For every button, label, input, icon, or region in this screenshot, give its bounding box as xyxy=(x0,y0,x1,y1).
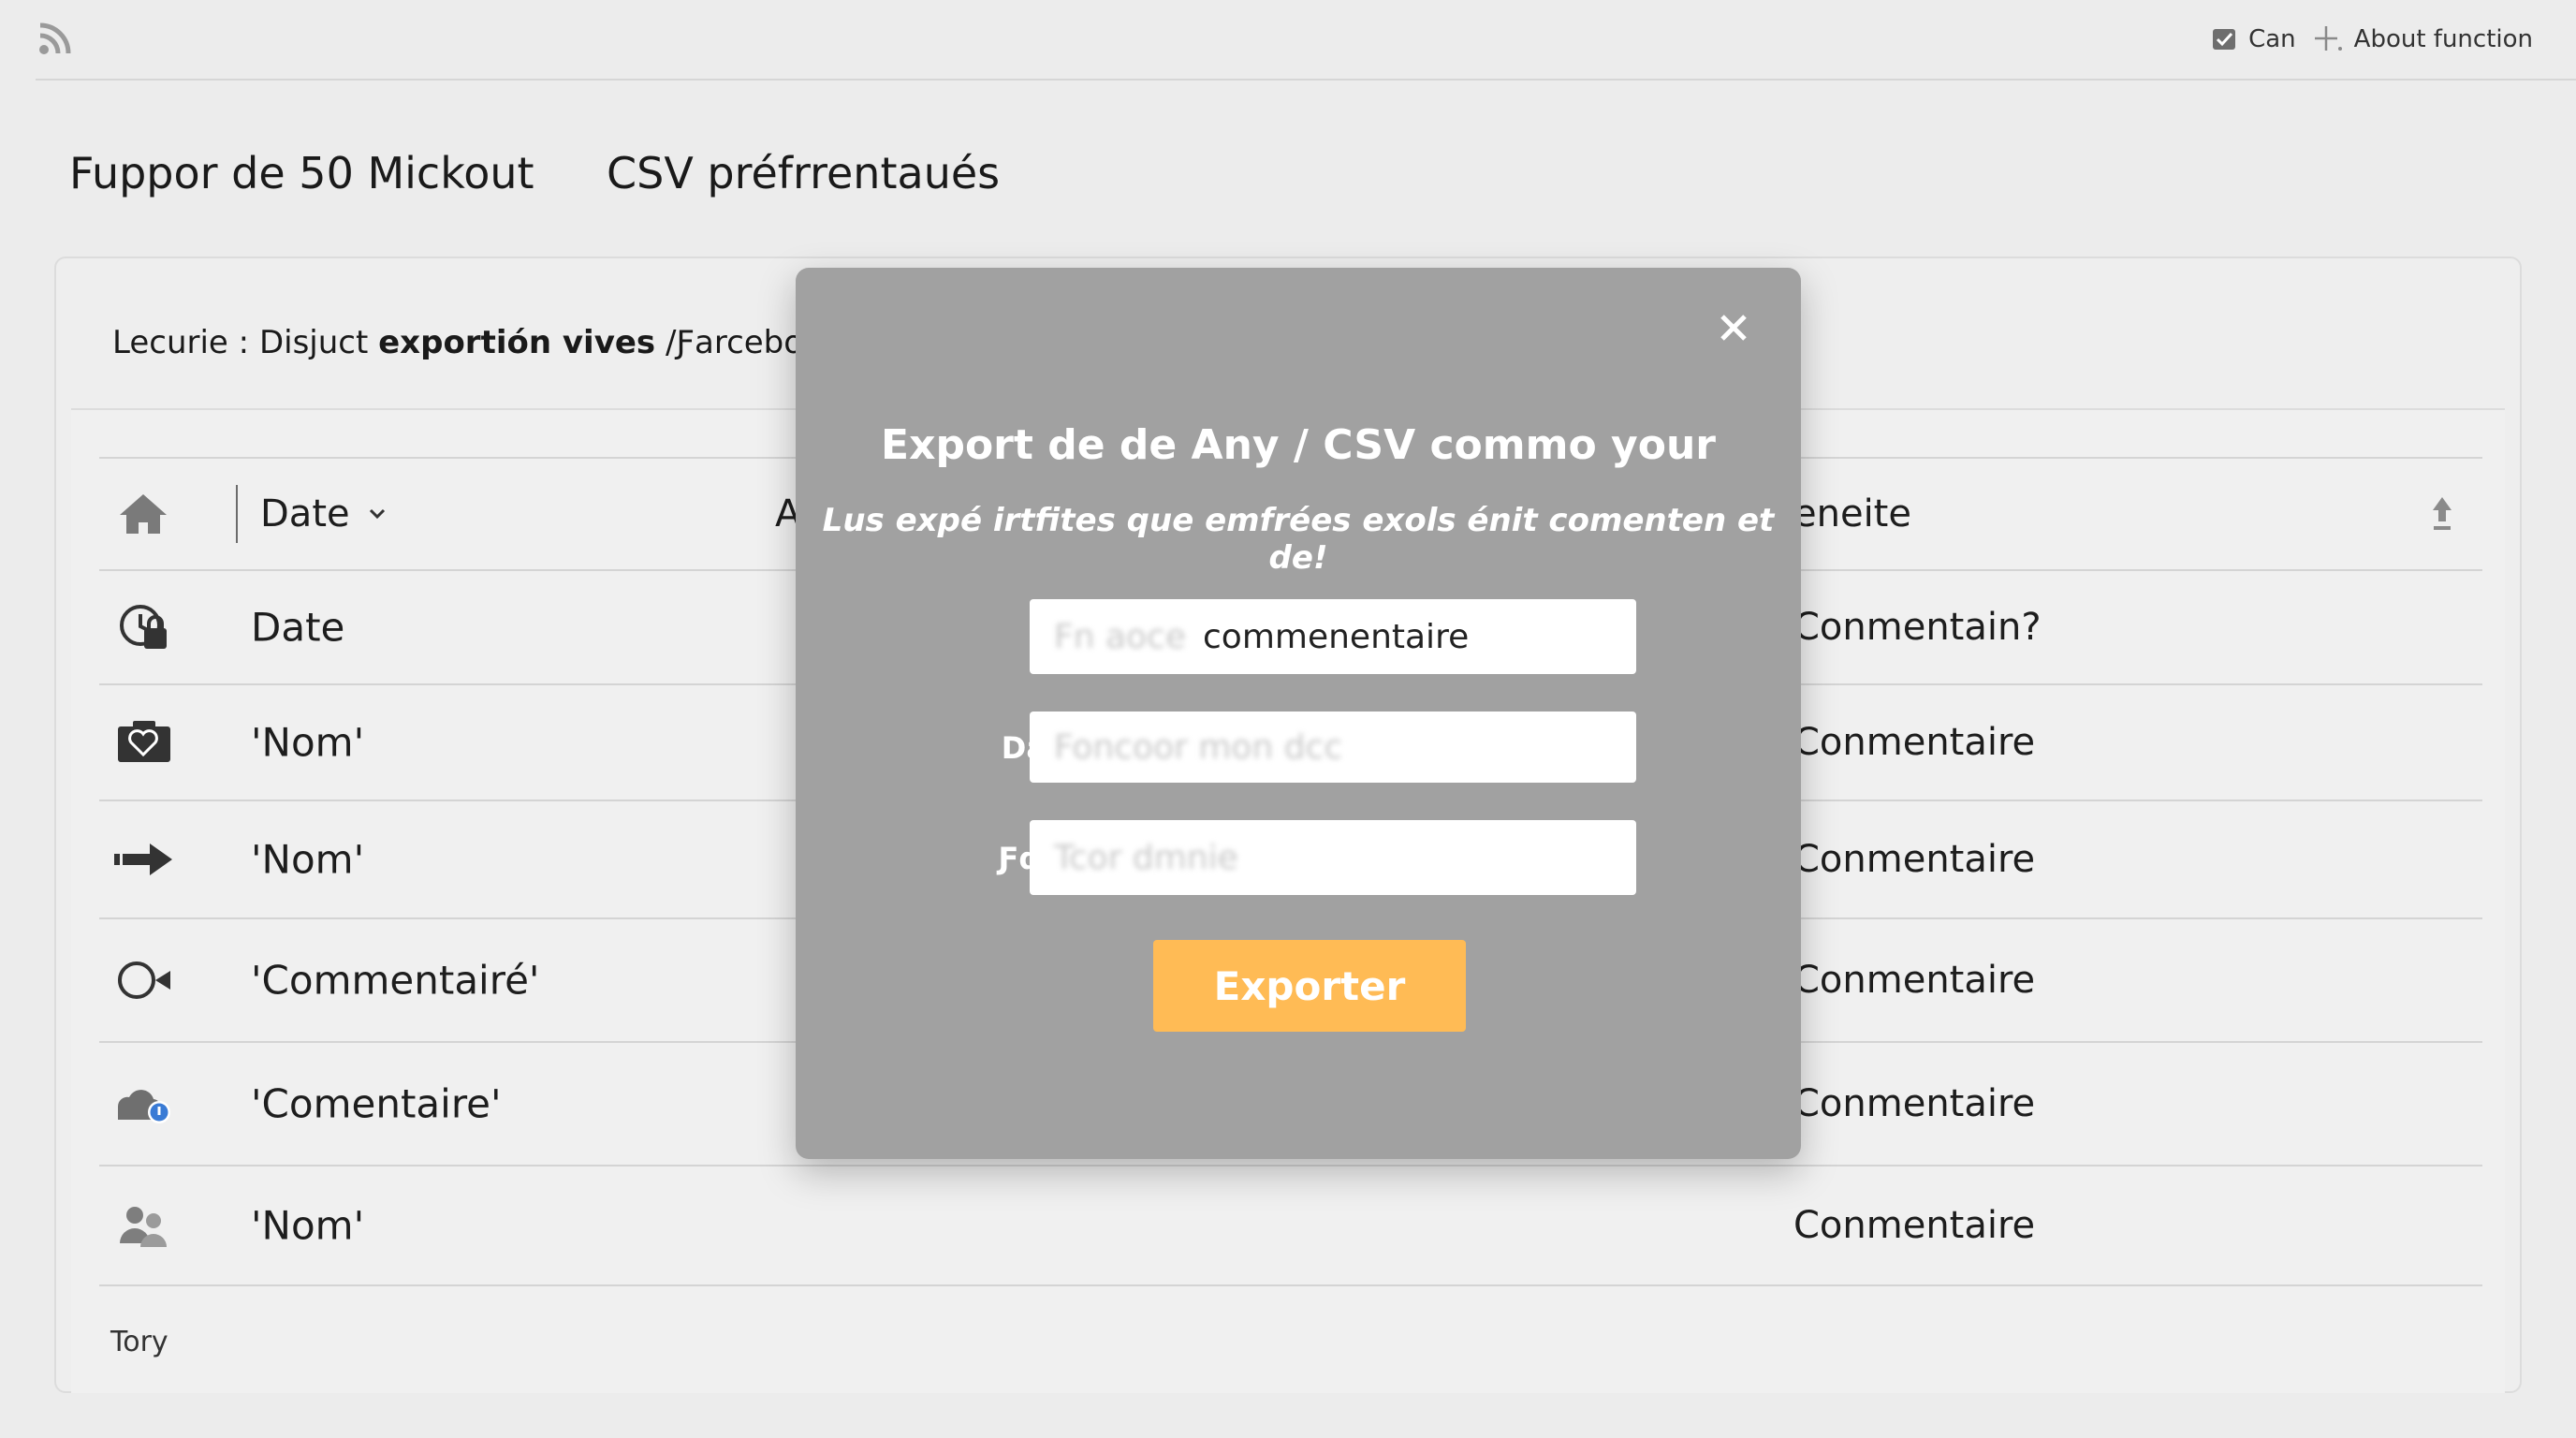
about-function-action[interactable]: About function xyxy=(2311,22,2533,56)
fdo-input-placeholder: Tcor dmnie xyxy=(1054,838,1238,877)
row-name: 'Nom' xyxy=(251,1202,365,1249)
row-name: Date xyxy=(251,604,345,651)
clock-lock-icon xyxy=(120,605,167,649)
page-title[interactable]: Fuppor de 50 Mickout xyxy=(69,148,534,198)
panel-footer-label: Tory xyxy=(110,1326,168,1358)
export-csv-modal: Export de de Any / CSV commo your Lus ex… xyxy=(796,268,1801,1159)
about-function-label: About function xyxy=(2353,25,2533,53)
csv-preferences-tab[interactable]: CSV préfrrentaués xyxy=(607,148,1000,198)
chevron-down-icon xyxy=(369,508,385,520)
row-name: 'Commentairé' xyxy=(251,957,540,1004)
row-comment: Conmentaire xyxy=(1793,959,2036,1002)
sort-upload-icon[interactable] xyxy=(2428,493,2456,535)
table-row[interactable]: 'Nom' Conmentaire xyxy=(99,1167,2482,1286)
close-icon[interactable] xyxy=(1715,309,1752,346)
modal-title: Export de de Any / CSV commo your xyxy=(881,421,1716,469)
top-bar-divider xyxy=(36,79,2576,81)
date-column-header[interactable]: Date xyxy=(260,492,388,536)
can-action[interactable]: Can xyxy=(2211,25,2296,53)
date-input-placeholder: Foncoor mon dcc xyxy=(1054,727,1343,767)
row-comment: Conmentain? xyxy=(1793,606,2042,649)
breadcrumb-normal[interactable]: Disjuct xyxy=(259,324,368,361)
fdo-input[interactable]: Tcor dmnie xyxy=(1030,820,1636,895)
top-bar-actions: Can About function xyxy=(2211,21,2533,58)
row-name: 'Nom' xyxy=(251,836,365,883)
video-camera-icon xyxy=(118,961,170,999)
date-column-label: Date xyxy=(260,492,350,536)
plus-icon xyxy=(2314,26,2342,51)
at-input-value: commenentaire xyxy=(1203,617,1470,656)
modal-subtitle: Lus expé irtfites que emfrées exols énit… xyxy=(822,502,1775,577)
rss-icon[interactable] xyxy=(37,21,73,56)
row-comment: Conmentaire xyxy=(1793,1082,2036,1125)
column-separator xyxy=(236,485,238,543)
comment-column-header[interactable]: eneite xyxy=(1793,492,1911,536)
users-icon xyxy=(120,1207,167,1247)
at-input-placeholder: Fn aoce xyxy=(1054,617,1186,656)
date-input[interactable]: Foncoor mon dcc xyxy=(1030,712,1636,783)
top-bar: Can About function xyxy=(0,0,2576,81)
at-input[interactable]: Fn aoce commenentaire xyxy=(1030,599,1636,674)
heart-card-icon xyxy=(118,721,170,762)
breadcrumb-bold[interactable]: exportión vives xyxy=(378,324,655,361)
row-name: 'Nom' xyxy=(251,719,365,766)
row-comment: Conmentaire xyxy=(1793,838,2036,881)
breadcrumb: Lecurie : Disjuct exportión vives /Ƒarce… xyxy=(112,324,841,361)
row-comment: Conmentaire xyxy=(1793,721,2036,764)
checkbox-icon xyxy=(2213,29,2236,50)
row-comment: Conmentaire xyxy=(1793,1204,2036,1247)
arrow-right-icon xyxy=(114,844,172,875)
home-icon[interactable] xyxy=(114,485,172,543)
breadcrumb-prefix: Lecurie : xyxy=(112,324,250,361)
export-button[interactable]: Exporter xyxy=(1153,940,1466,1032)
can-label: Can xyxy=(2248,25,2296,53)
row-name: 'Comentaire' xyxy=(251,1080,502,1127)
cloud-info-icon xyxy=(117,1090,170,1123)
